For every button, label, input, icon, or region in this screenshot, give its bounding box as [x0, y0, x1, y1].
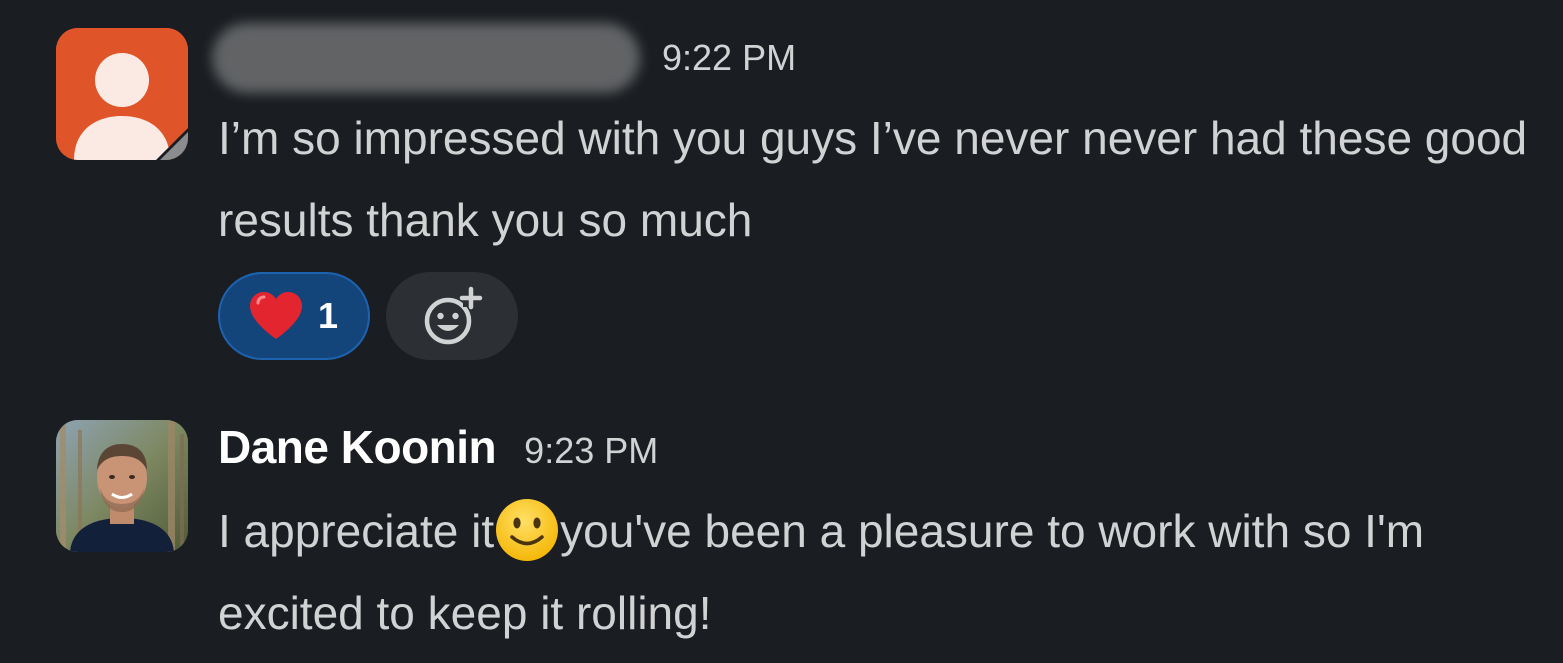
message-text: I appreciate it you've been a pleasure to…	[218, 490, 1538, 654]
sender-name[interactable]: Dane Koonin	[218, 420, 497, 474]
default-user-avatar-icon	[56, 28, 188, 160]
reaction-bar: 1	[218, 272, 519, 360]
message-header: Dane Koonin 9:23 PM	[212, 420, 658, 474]
message-item[interactable]: Dane Koonin 9:23 PM I appreciate it you'v…	[0, 400, 1563, 663]
sender-name-redacted[interactable]	[212, 23, 640, 93]
message-timestamp[interactable]: 9:22 PM	[662, 37, 796, 79]
sender-avatar[interactable]	[56, 28, 188, 160]
add-emoji-icon	[424, 286, 483, 345]
reaction-heart-button[interactable]: 1	[218, 272, 371, 360]
message-header: 9:22 PM	[212, 18, 796, 98]
add-reaction-button[interactable]	[386, 272, 519, 360]
slightly-smiling-face-icon	[496, 498, 559, 561]
message-text-part: I appreciate it	[218, 505, 495, 557]
message-timestamp[interactable]: 9:23 PM	[524, 430, 658, 472]
sender-avatar[interactable]	[56, 420, 188, 552]
message-text: I’m so impressed with you guys I’ve neve…	[218, 112, 1528, 246]
reaction-count: 1	[318, 295, 339, 336]
profile-photo	[56, 420, 188, 552]
red-heart-icon	[250, 292, 302, 339]
message-item[interactable]: 9:22 PM I’m so impressed with you guys I…	[0, 0, 1563, 380]
